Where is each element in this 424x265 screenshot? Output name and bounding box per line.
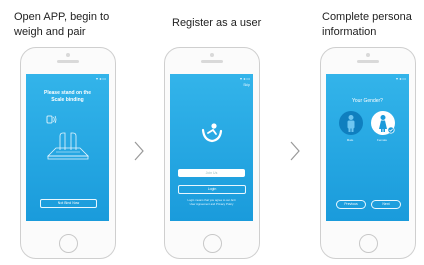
phone-pairing: ▾ ◂ ▭ Please stand on the Scale binding … [20,47,116,259]
status-bar-icons: ▾ ◂ ▭ [239,76,250,81]
register-screen: ▾ ◂ ▭ Skip Join Us Login Login means tha… [170,74,253,221]
pairing-instruction-line2: Scale binding [51,97,84,103]
chevron-right-icon [134,141,144,161]
camera-dot [66,53,70,57]
terms-text: Login means that you agree to our Anti U… [176,198,247,206]
phone-gender: ▾ ◂ ▭ Your Gender? Male Female Previous … [320,47,416,259]
status-bar-icons: ▾ ◂ ▭ [395,76,406,81]
home-button[interactable] [59,234,78,253]
chevron-right-icon [290,141,300,161]
gender-title: Your Gender? [352,98,383,104]
phone-register: ▾ ◂ ▭ Skip Join Us Login Login means tha… [164,47,260,259]
step2-caption: Register as a user [172,17,262,29]
speaker-grille [57,60,79,63]
camera-dot [210,53,214,57]
not-bind-now-button[interactable]: Not Bind Now [40,199,97,208]
step3-caption-line2: information [322,26,377,38]
check-icon [387,126,395,134]
scale-icon [47,132,89,160]
home-button[interactable] [203,234,222,253]
pairing-screen: ▾ ◂ ▭ Please stand on the Scale binding … [26,74,109,221]
next-button[interactable]: Next [371,200,401,209]
step1-caption-line1: Open APP, begin to [14,11,110,23]
bluetooth-icon [46,115,57,124]
home-button[interactable] [359,234,378,253]
female-icon[interactable] [370,110,396,136]
pairing-instruction-line1: Please stand on the [44,90,91,96]
app-logo-icon [201,123,223,143]
join-us-field[interactable]: Join Us [178,169,245,177]
speaker-grille [357,60,379,63]
step1-caption: Open APP, begin to weigh and pair [14,10,109,40]
step1-caption-line2: weigh and pair [14,26,86,38]
skip-link[interactable]: Skip [243,83,250,87]
camera-dot [366,53,370,57]
male-icon[interactable] [338,110,364,136]
female-label: Female [376,138,387,142]
terms-line2[interactable]: User Agreement and Privacy Policy [176,202,247,206]
speaker-grille [201,60,223,63]
pairing-instruction: Please stand on the Scale binding [30,90,105,104]
step3-caption-line1: Complete persona [322,11,412,23]
step3-caption: Complete persona information [322,10,424,40]
status-bar-icons: ▾ ◂ ▭ [95,76,106,81]
male-label: Male [346,138,354,142]
gender-screen: ▾ ◂ ▭ Your Gender? Male Female Previous … [326,74,409,221]
login-button[interactable]: Login [178,185,246,194]
previous-button[interactable]: Previous [336,200,366,209]
